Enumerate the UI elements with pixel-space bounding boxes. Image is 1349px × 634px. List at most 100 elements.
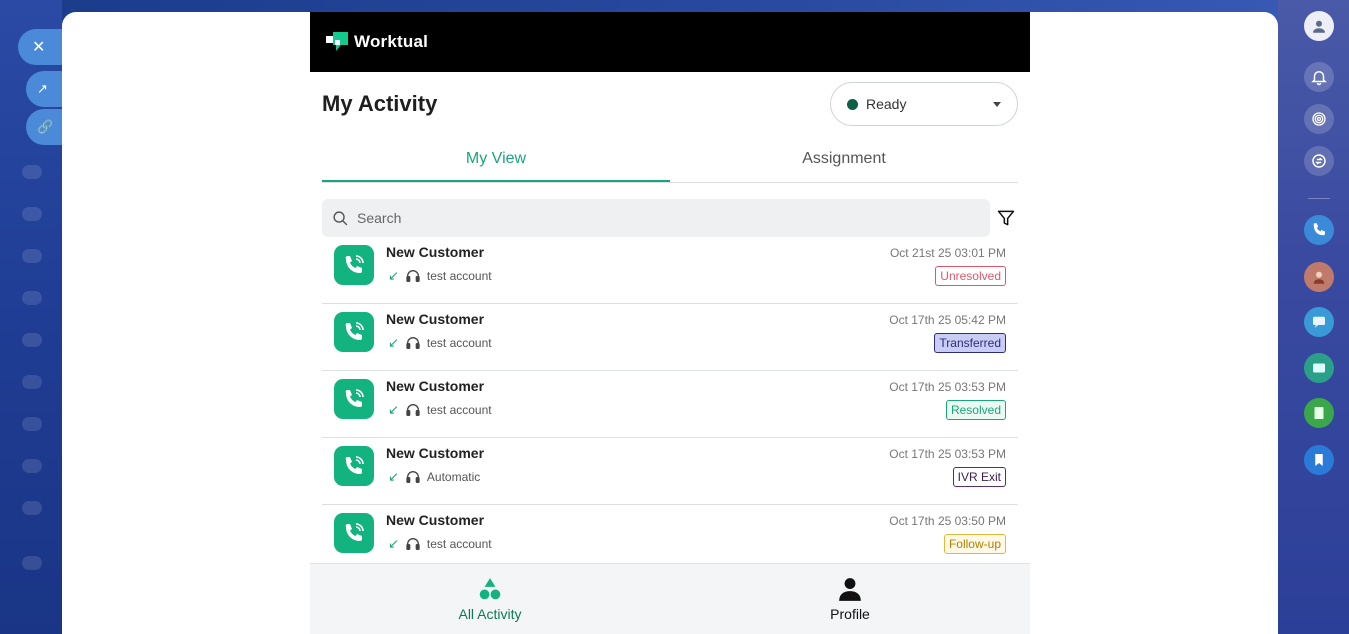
status-badge: Resolved	[945, 400, 1006, 420]
ghost-item	[22, 165, 42, 179]
agent-name: test account	[426, 403, 492, 417]
customer-name: New Customer	[386, 244, 485, 260]
activity-row[interactable]: New Customer ↙ Automatic Oct 17th 25 03:…	[322, 438, 1018, 505]
headset-icon	[406, 337, 420, 349]
contacts-app-button[interactable]	[1304, 353, 1334, 383]
brand-name: Worktual	[354, 32, 429, 51]
status-badge: Follow-up	[943, 534, 1006, 554]
page-title: My Activity	[322, 91, 438, 116]
activity-row[interactable]: New Customer ↙ test account Oct 17th 25 …	[322, 505, 1018, 563]
external-link-pill[interactable]: ↗	[26, 71, 62, 107]
nav-profile-label: Profile	[830, 606, 870, 622]
activity-time: Oct 21st 25 03:01 PM	[889, 246, 1006, 260]
user-avatar-button[interactable]	[1304, 11, 1334, 41]
link-pill[interactable]: 🔗	[26, 109, 62, 145]
headset-icon	[406, 270, 420, 282]
notes-app-button[interactable]	[1304, 398, 1334, 428]
fingerprint-icon	[1312, 112, 1326, 126]
rail-divider	[1308, 198, 1330, 199]
status-badge: IVR Exit	[952, 467, 1006, 487]
incoming-arrow-icon: ↙	[388, 402, 399, 417]
activity-time: Oct 17th 25 03:50 PM	[889, 514, 1006, 528]
headset-icon	[406, 404, 420, 416]
activity-row[interactable]: New Customer ↙ test account Oct 21st 25 …	[322, 237, 1018, 304]
incoming-arrow-icon: ↙	[388, 335, 399, 350]
phone-call-icon	[345, 322, 364, 340]
item-meta: ↙ test account	[388, 536, 492, 552]
search-row	[322, 199, 1018, 237]
customer-name: New Customer	[386, 311, 485, 327]
tab-my-view[interactable]: My View	[322, 142, 670, 182]
status-dot	[847, 98, 858, 110]
item-meta: ↙ test account	[388, 402, 492, 418]
status-label: Ready	[866, 96, 907, 112]
user-icon	[1313, 20, 1325, 33]
agent-name: Automatic	[426, 470, 481, 484]
bell-icon	[1311, 71, 1327, 86]
filter-button[interactable]	[994, 206, 1018, 230]
fingerprint-button[interactable]	[1304, 104, 1334, 134]
ghost-item	[22, 501, 42, 515]
worktual-logo-icon	[326, 32, 348, 51]
phone-call-icon	[345, 255, 364, 273]
document-icon	[1314, 407, 1324, 419]
headset-icon	[406, 538, 420, 550]
call-type-icon	[334, 446, 374, 486]
contact-avatar-button[interactable]	[1304, 262, 1334, 292]
nav-profile[interactable]: Profile	[670, 564, 1030, 634]
all-activity-icon	[479, 578, 501, 600]
chevron-down-icon	[993, 101, 1001, 107]
filter-icon	[997, 210, 1015, 226]
customer-name: New Customer	[386, 512, 485, 528]
status-badge: Transferred	[934, 333, 1006, 353]
brand-logo: Worktual	[326, 30, 428, 54]
chat-icon	[1313, 316, 1325, 328]
ghost-item	[22, 249, 42, 263]
ghost-item	[22, 375, 42, 389]
agent-name: test account	[426, 537, 492, 551]
bookmark-app-button[interactable]	[1304, 445, 1334, 475]
agent-name: test account	[426, 269, 492, 283]
search-icon	[333, 210, 348, 225]
phone-icon	[1313, 223, 1325, 236]
person-avatar-icon	[1313, 271, 1325, 284]
incoming-arrow-icon: ↙	[388, 469, 399, 484]
tab-assignment[interactable]: Assignment	[670, 142, 1018, 182]
activity-list: New Customer ↙ test account Oct 21st 25 …	[322, 237, 1018, 563]
contact-card-icon	[1313, 363, 1325, 373]
profile-icon	[839, 578, 861, 601]
phone-app-button[interactable]	[1304, 215, 1334, 245]
incoming-arrow-icon: ↙	[388, 268, 399, 283]
customer-name: New Customer	[386, 445, 485, 461]
close-pill[interactable]: ✕	[18, 29, 62, 65]
nav-all-activity-label: All Activity	[458, 606, 522, 622]
sync-button[interactable]	[1304, 146, 1334, 176]
item-meta: ↙ Automatic	[388, 469, 480, 485]
sync-icon	[1312, 154, 1326, 168]
phone-call-icon	[345, 523, 364, 541]
agent-status-select[interactable]: Ready	[830, 82, 1018, 126]
right-rail	[1278, 0, 1349, 634]
activity-time: Oct 17th 25 03:53 PM	[889, 447, 1006, 461]
call-type-icon	[334, 312, 374, 352]
item-meta: ↙ test account	[388, 268, 492, 284]
call-type-icon	[334, 245, 374, 285]
agent-name: test account	[426, 336, 492, 350]
ghost-item	[22, 291, 42, 305]
incoming-arrow-icon: ↙	[388, 536, 399, 551]
view-tabs: My View Assignment	[322, 142, 1018, 183]
app-header: Worktual	[310, 12, 1030, 72]
search-box	[322, 199, 990, 237]
chat-app-button[interactable]	[1304, 307, 1334, 337]
notifications-button[interactable]	[1304, 62, 1334, 92]
activity-row[interactable]: New Customer ↙ test account Oct 17th 25 …	[322, 304, 1018, 371]
nav-all-activity[interactable]: All Activity	[310, 564, 670, 634]
activity-row[interactable]: New Customer ↙ test account Oct 17th 25 …	[322, 371, 1018, 438]
ghost-item	[22, 207, 42, 221]
status-badge: Unresolved	[935, 266, 1006, 286]
activity-time: Oct 17th 25 05:42 PM	[889, 313, 1006, 327]
search-input[interactable]	[357, 210, 980, 226]
ghost-item	[22, 333, 42, 347]
item-meta: ↙ test account	[388, 335, 492, 351]
phone-call-icon	[345, 456, 364, 474]
